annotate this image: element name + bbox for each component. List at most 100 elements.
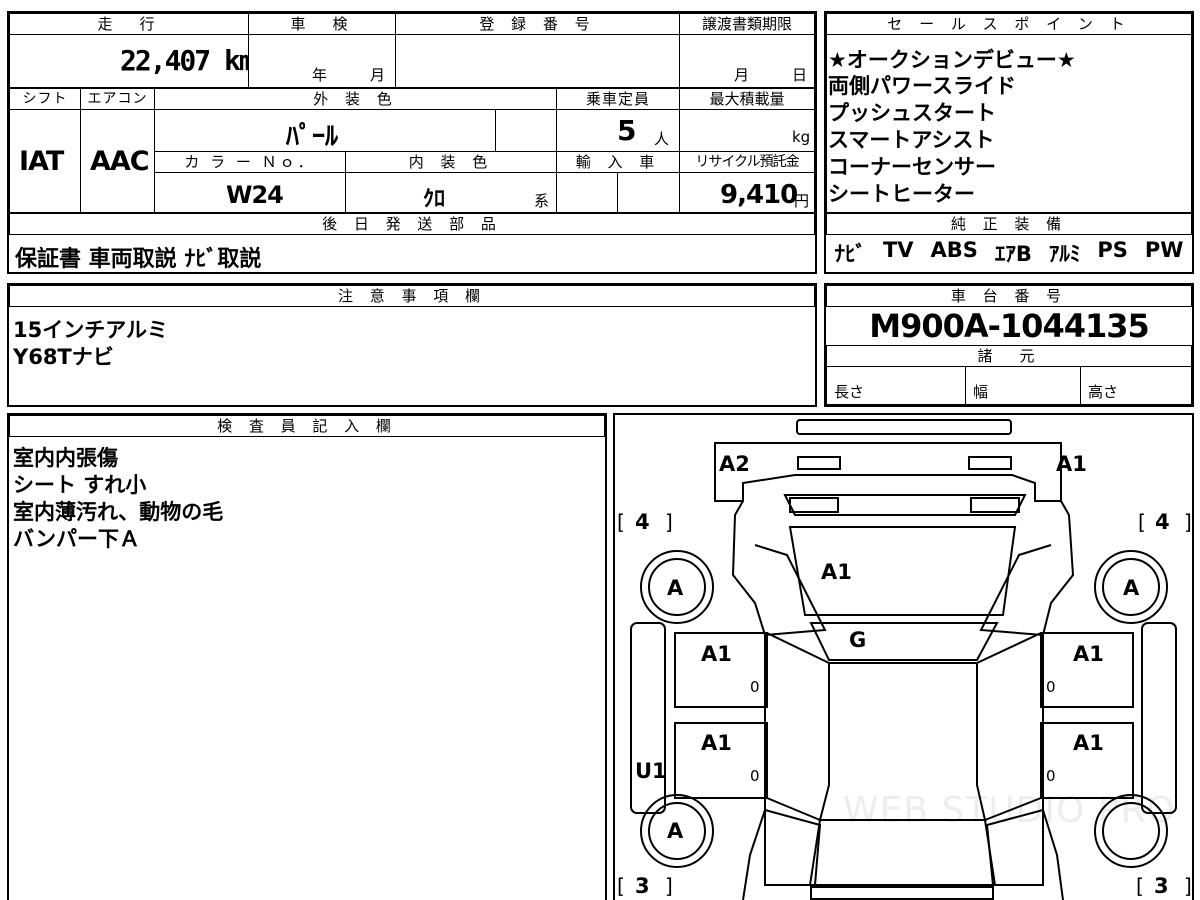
left-rear-door-mark: A1	[701, 731, 732, 755]
sales-point-item: ★オークションデビュー★	[828, 48, 1076, 72]
exterior-color-header: 外 装 色	[154, 88, 557, 110]
later-parts-value: 保証書 車両取説 ﾅﾋﾞ取説	[15, 247, 262, 272]
headlight-left	[797, 456, 841, 470]
inspection-header: 車 検	[248, 13, 396, 35]
inspector-line: 室内薄汚れ、動物の毛	[13, 500, 224, 524]
notes-line: 15インチアルミ	[13, 318, 169, 342]
shift-header: シフト	[9, 88, 81, 110]
height-label: 高さ	[1088, 383, 1119, 401]
grille-slot-left	[789, 497, 839, 513]
front-bumper	[714, 442, 1062, 502]
color-number-value: W24	[226, 181, 284, 209]
inspector-header: 検 査 員 記 入 欄	[9, 415, 605, 437]
equipment-navi: ﾅﾋﾞ	[834, 242, 866, 266]
inspector-line: バンパー下Ａ	[13, 527, 141, 551]
recycle-fee-header: リサイクル預託金	[679, 151, 815, 173]
standard-equipment-header: 純 正 装 備	[826, 213, 1192, 235]
later-parts-header: 後 日 発 送 部 品	[9, 213, 815, 235]
transfer-deadline-header: 譲渡書類期限	[679, 13, 815, 35]
tire-bracket-rear-right-open: [	[1136, 874, 1144, 898]
max-load-header: 最大積載量	[679, 88, 815, 110]
equipment-pw: PW	[1144, 238, 1184, 262]
rear-left-wheel-mark: A	[667, 819, 684, 843]
left-rocker	[630, 622, 666, 814]
shift-value: IAT	[19, 146, 64, 177]
right-front-door-mark: A1	[1073, 642, 1104, 666]
specs-header: 諸 元	[826, 345, 1192, 367]
inspection-month-label: 月	[370, 66, 386, 84]
capacity-unit: 人	[654, 130, 670, 148]
mileage-value: 22,407 km	[120, 44, 256, 77]
body-outline	[731, 500, 1075, 900]
sales-point-item: シートヒーター	[828, 182, 975, 206]
equipment-alloy: ｱﾙﾐ	[1048, 242, 1081, 266]
equipment-ps: PS	[1097, 238, 1128, 262]
front-right-bumper-mark: A1	[1056, 452, 1087, 476]
windshield-mark: G	[849, 628, 867, 652]
length-label: 長さ	[834, 383, 865, 401]
grille-slot-right	[970, 497, 1020, 513]
registration-cell	[395, 34, 680, 88]
interior-color-suffix: 系	[534, 192, 550, 210]
inspector-line: 室内内張傷	[13, 446, 118, 470]
ac-value: AAC	[90, 146, 150, 177]
left-door-edge	[766, 632, 830, 821]
exterior-color-value: ﾊﾟｰﾙ	[286, 122, 339, 152]
transfer-day-label: 日	[792, 66, 808, 84]
door-zero-mark: 0	[750, 678, 760, 696]
left-sill-mark: U1	[635, 759, 667, 783]
inspector-line: シート すれ小	[13, 473, 147, 497]
watermark: WEB STUDIO PRO	[843, 790, 1176, 831]
tire-bracket-front-right-open: [	[1138, 510, 1146, 534]
tire-tread-rear-right: 3	[1154, 874, 1169, 898]
tire-bracket-rear-left-close: ]	[665, 874, 673, 898]
front-left-bumper-mark: A2	[719, 452, 750, 476]
door-zero-mark: 0	[1046, 678, 1056, 696]
mileage-header: 走 行	[9, 13, 249, 35]
front-left-wheel-mark: A	[667, 576, 684, 600]
transfer-month-label: 月	[734, 66, 750, 84]
notes-header: 注 意 事 項 欄	[9, 285, 815, 307]
hood-mark: A1	[821, 560, 852, 584]
max-load-unit: kg	[792, 128, 811, 146]
equipment-airbag: ｴｱB	[994, 242, 1032, 266]
front-marker-bar	[796, 419, 1012, 435]
ac-header: エアコン	[80, 88, 155, 110]
recycle-fee-value: 9,410	[720, 180, 798, 210]
equipment-tv: TV	[882, 238, 914, 262]
headlight-right	[968, 456, 1012, 470]
interior-color-header: 内 装 色	[345, 151, 557, 173]
inspection-year-label: 年	[312, 66, 328, 84]
sales-point-item: プッシュスタート	[828, 101, 996, 125]
capacity-value: 5	[617, 114, 637, 147]
front-left-fender	[754, 544, 827, 636]
tire-bracket-front-left-close: ]	[665, 510, 673, 534]
sales-point-item: 両側パワースライド	[828, 74, 1016, 98]
right-rear-door-mark: A1	[1073, 731, 1104, 755]
exterior-color-extra-cell	[495, 109, 557, 152]
color-number-header: カ ラ ー Ｎｏ．	[154, 151, 346, 173]
chassis-number-value: M900A-1044135	[869, 307, 1150, 345]
interior-color-value: ｸﾛ	[423, 187, 446, 212]
sales-points-header: セ ー ル ス ポ イ ン ト	[826, 13, 1192, 35]
front-right-fender	[979, 544, 1052, 636]
recycle-fee-unit: 円	[794, 192, 810, 210]
left-front-door-mark: A1	[701, 642, 732, 666]
windshield	[809, 622, 999, 661]
tire-bracket-front-left-open: [	[617, 510, 625, 534]
tire-tread-front-right: 4	[1155, 510, 1170, 534]
door-zero-mark: 0	[1046, 767, 1056, 785]
right-rocker	[1141, 622, 1177, 814]
interior-color-cell	[345, 172, 557, 213]
tire-bracket-front-right-close: ]	[1184, 510, 1192, 534]
import-header: 輸 入 車	[556, 151, 680, 173]
capacity-header: 乗車定員	[556, 88, 680, 110]
tire-tread-front-left: 4	[635, 510, 650, 534]
import-cell-b	[617, 172, 680, 213]
sales-point-item: スマートアシスト	[828, 128, 995, 152]
tire-tread-rear-left: 3	[635, 874, 650, 898]
rear-bumper-top	[810, 886, 994, 900]
door-zero-mark: 0	[750, 767, 760, 785]
tire-bracket-rear-left-open: [	[617, 874, 625, 898]
width-label: 幅	[973, 383, 989, 401]
